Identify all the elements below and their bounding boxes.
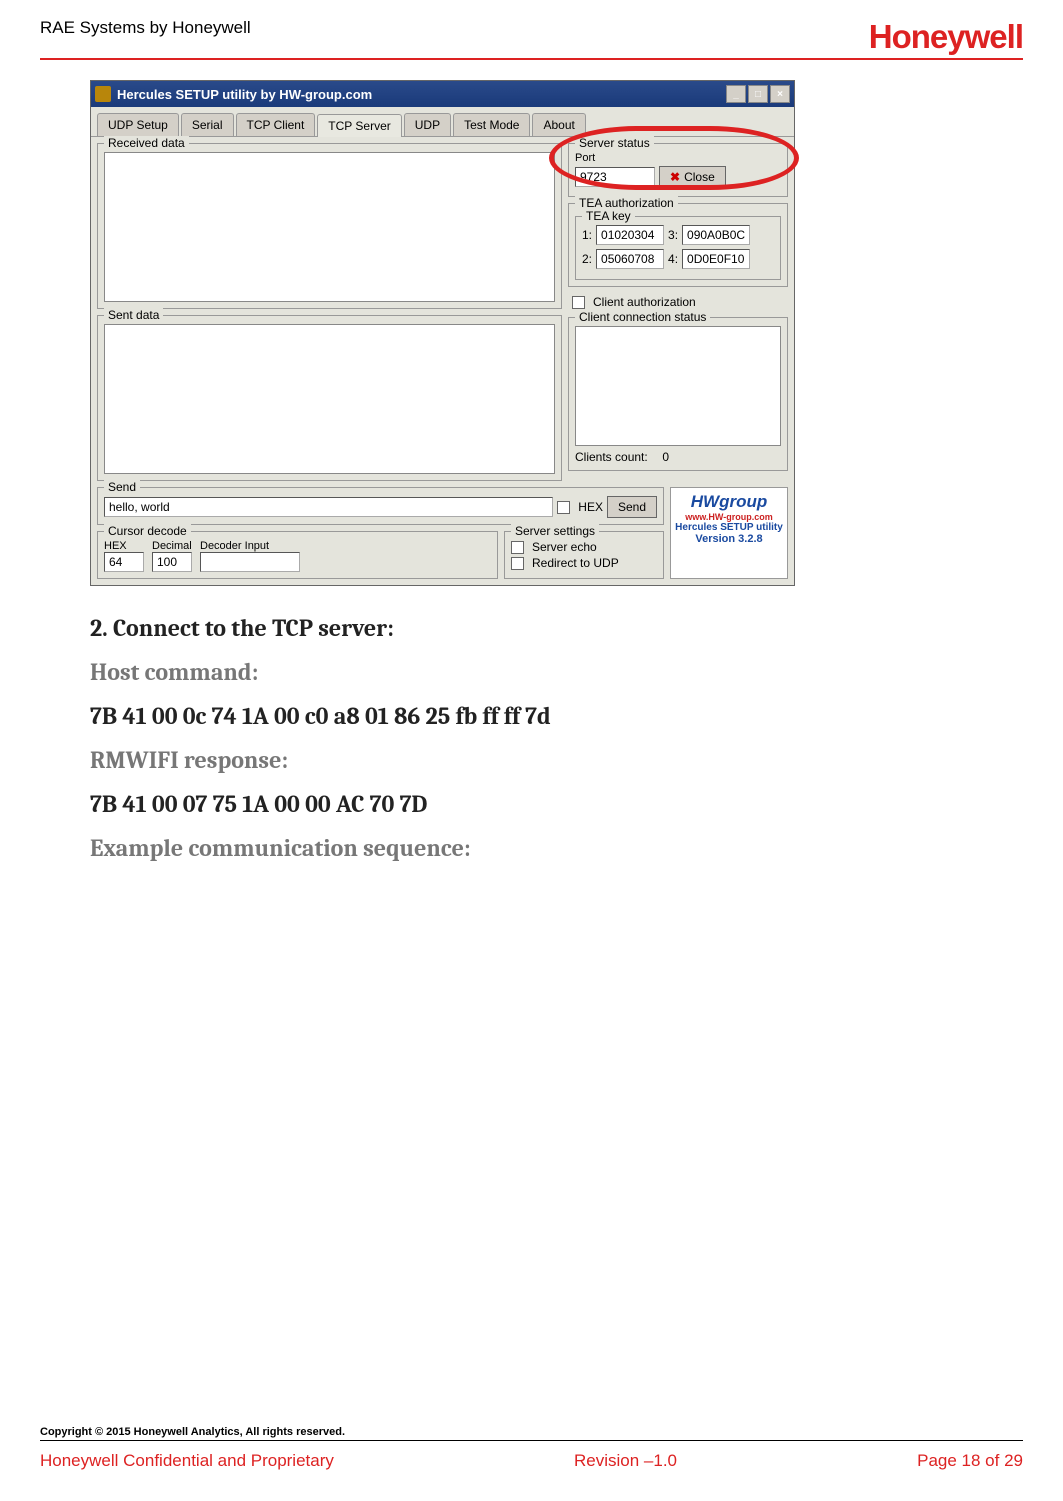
redirect-udp-label: Redirect to UDP — [532, 556, 619, 570]
client-auth-checkbox[interactable] — [572, 296, 585, 309]
hex-field[interactable] — [104, 552, 144, 572]
tab-tcp-client[interactable]: TCP Client — [236, 113, 316, 136]
footer-center: Revision –1.0 — [574, 1451, 677, 1471]
host-command-value: 7B 41 00 0c 74 1A 00 c0 a8 01 86 25 fb f… — [90, 702, 1023, 730]
tea-key-label: TEA key — [582, 209, 635, 223]
rmwifi-response-value: 7B 41 00 07 75 1A 00 00 AC 70 7D — [90, 790, 1023, 818]
send-label: Send — [104, 480, 140, 494]
minimize-button[interactable]: _ — [726, 85, 746, 103]
tea-key-1[interactable] — [596, 225, 664, 245]
hwgroup-link[interactable]: www.HW-group.com — [675, 512, 783, 522]
client-conn-label: Client connection status — [575, 310, 710, 324]
tab-about[interactable]: About — [532, 113, 585, 136]
dec-field[interactable] — [152, 552, 192, 572]
close-icon: ✖ — [670, 170, 680, 184]
window-title: Hercules SETUP utility by HW-group.com — [117, 87, 726, 102]
server-echo-checkbox[interactable] — [511, 541, 524, 554]
port-input[interactable] — [575, 167, 655, 187]
rmwifi-response-label: RMWIFI response: — [90, 746, 1023, 774]
footer-left: Honeywell Confidential and Proprietary — [40, 1451, 334, 1471]
received-data-box[interactable] — [104, 152, 555, 302]
redirect-udp-checkbox[interactable] — [511, 557, 524, 570]
cursor-decode-label: Cursor decode — [104, 524, 191, 538]
header-company: RAE Systems by Honeywell — [40, 18, 251, 38]
tea-key-2[interactable] — [596, 249, 664, 269]
hercules-window: Hercules SETUP utility by HW-group.com _… — [90, 80, 795, 586]
close-button[interactable]: ✖Close — [659, 166, 726, 188]
client-status-box — [575, 326, 781, 446]
tab-udp-setup[interactable]: UDP Setup — [97, 113, 179, 136]
tea-key-3[interactable] — [682, 225, 750, 245]
sent-data-box[interactable] — [104, 324, 555, 474]
clients-count-label: Clients count: — [575, 450, 648, 464]
hex-col-label: HEX — [104, 540, 144, 552]
copyright-text: Copyright © 2015 Honeywell Analytics, Al… — [40, 1426, 1023, 1441]
client-auth-label: Client authorization — [593, 295, 696, 309]
step-heading: 2. Connect to the TCP server: — [90, 614, 1023, 642]
decoder-input-field[interactable] — [200, 552, 300, 572]
send-button[interactable]: Send — [607, 496, 657, 518]
honeywell-logo: Honeywell — [869, 18, 1023, 56]
server-status-label: Server status — [575, 136, 654, 150]
server-settings-label: Server settings — [511, 524, 599, 538]
port-label: Port — [575, 152, 781, 164]
example-sequence-label: Example communication sequence: — [90, 834, 1023, 862]
decoder-input-label: Decoder Input — [200, 540, 300, 552]
sent-data-label: Sent data — [104, 308, 163, 322]
server-echo-label: Server echo — [532, 540, 597, 554]
dec-col-label: Decimal — [152, 540, 192, 552]
hex-checkbox[interactable] — [557, 501, 570, 514]
footer-right: Page 18 of 29 — [917, 1451, 1023, 1471]
hwgroup-util: Hercules SETUP utility — [675, 522, 783, 533]
hwgroup-version: Version 3.2.8 — [675, 533, 783, 545]
close-window-button[interactable]: × — [770, 85, 790, 103]
tab-test-mode[interactable]: Test Mode — [453, 113, 530, 136]
tab-udp[interactable]: UDP — [404, 113, 451, 136]
tab-serial[interactable]: Serial — [181, 113, 234, 136]
clients-count-value: 0 — [662, 450, 669, 464]
tea-auth-label: TEA authorization — [575, 196, 678, 210]
maximize-button[interactable]: □ — [748, 85, 768, 103]
host-command-label: Host command: — [90, 658, 1023, 686]
tab-tcp-server[interactable]: TCP Server — [317, 114, 401, 137]
hwgroup-name: HWgroup — [675, 492, 783, 512]
hex-label: HEX — [578, 500, 603, 514]
hwgroup-panel: HWgroup www.HW-group.com Hercules SETUP … — [670, 487, 788, 579]
app-icon — [95, 86, 111, 102]
send-input[interactable] — [104, 497, 553, 517]
tea-key-4[interactable] — [682, 249, 750, 269]
received-data-label: Received data — [104, 136, 189, 150]
